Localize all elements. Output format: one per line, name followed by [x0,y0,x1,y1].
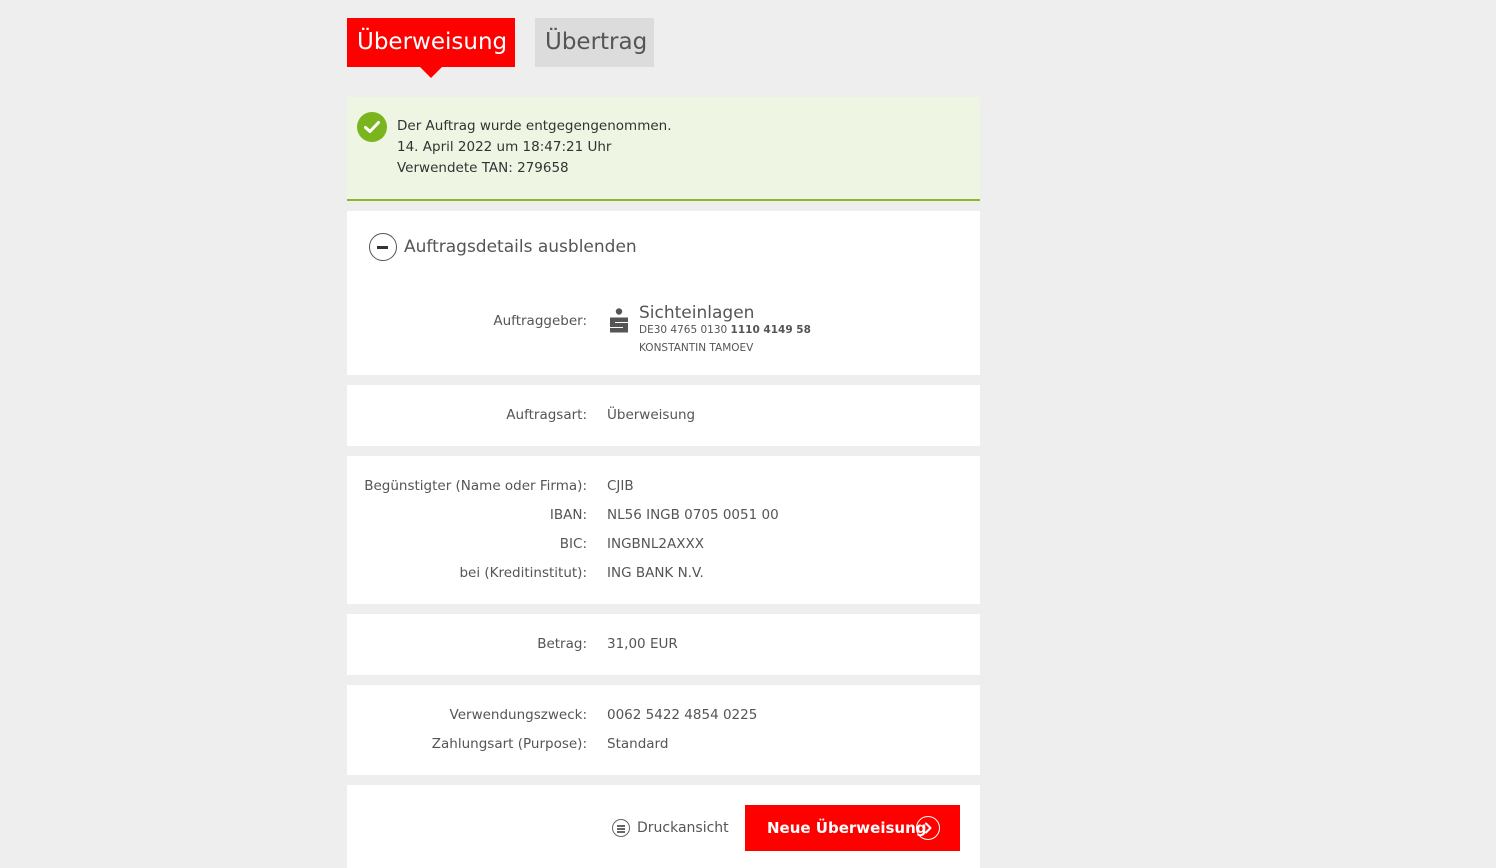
bic-row: BIC: INGBNL2AXXX [347,533,980,555]
iban-value: NL56 INGB 0705 0051 00 [607,507,779,523]
success-line-accepted: Der Auftrag wurde entgegengenommen. [397,118,672,134]
payment-purpose-value: Standard [607,736,669,752]
payment-purpose-row: Zahlungsart (Purpose): Standard [347,733,980,755]
amount-card: Betrag: 31,00 EUR [347,614,980,675]
transfer-tabs: Überweisung Übertrag [347,18,667,80]
iban-row: IBAN: NL56 INGB 0705 0051 00 [347,504,980,526]
beneficiary-name-value: CJIB [607,478,634,494]
success-line-tan: Verwendete TAN: 279658 [397,160,569,176]
amount-value: 31,00 EUR [607,636,678,652]
payment-purpose-label: Zahlungsart (Purpose): [431,736,587,752]
amount-row: Betrag: 31,00 EUR [347,633,980,655]
account-owner: KONSTANTIN TAMOEV [639,342,754,354]
new-transfer-button[interactable]: Neue Überweisung [745,805,960,851]
reference-label: Verwendungszweck: [449,707,587,723]
tab-uebertrag[interactable]: Übertrag [535,18,654,67]
account-name: Sichteinlagen [639,303,755,323]
bic-label: BIC: [559,536,587,552]
tab-uebertrag-label: Übertrag [545,29,648,55]
bank-label: bei (Kreditinstitut): [459,565,587,581]
purpose-card: Verwendungszweck: 0062 5422 4854 0225 Za… [347,685,980,775]
beneficiary-card: Begünstigter (Name oder Firma): CJIB IBA… [347,456,980,604]
sparkasse-logo-icon [610,308,628,333]
hide-details-toggle[interactable]: Auftragsdetails ausblenden [369,233,637,261]
auftragsart-row: Auftragsart: Überweisung [347,404,980,426]
checkmark-icon [357,112,387,142]
iban-label: IBAN: [549,507,587,523]
auftragsart-label: Auftragsart: [506,407,587,423]
success-line-timestamp: 14. April 2022 um 18:47:21 Uhr [397,139,612,155]
account-iban: DE30 4765 0130 1110 4149 58 [639,323,811,337]
reference-value: 0062 5422 4854 0225 [607,707,758,723]
bank-value: ING BANK N.V. [607,565,704,581]
account-iban-prefix: DE30 4765 0130 [639,324,728,336]
success-text: Der Auftrag wurde entgegengenommen. 14. … [397,116,672,179]
account-iban-number: 1110 4149 58 [730,324,811,336]
active-tab-pointer [420,67,442,78]
reference-row: Verwendungszweck: 0062 5422 4854 0225 [347,704,980,726]
amount-label: Betrag: [537,636,587,652]
minus-circle-icon [369,233,397,261]
order-details-card: Auftragsdetails ausblenden Auftraggeber:… [347,211,980,375]
new-transfer-label: Neue Überweisung [767,819,927,837]
bank-row: bei (Kreditinstitut): ING BANK N.V. [347,562,980,584]
beneficiary-name-label: Begünstigter (Name oder Firma): [364,478,587,494]
hide-details-label: Auftragsdetails ausblenden [404,237,637,257]
tab-ueberweisung[interactable]: Überweisung [347,18,515,78]
printer-icon [612,819,630,837]
auftragsart-value: Überweisung [607,407,696,423]
tab-ueberweisung-label: Überweisung [357,29,508,55]
beneficiary-name-row: Begünstigter (Name oder Firma): CJIB [347,475,980,497]
print-view-label: Druckansicht [637,820,729,836]
order-type-card: Auftragsart: Überweisung [347,385,980,446]
success-message-box: Der Auftrag wurde entgegengenommen. 14. … [347,97,980,201]
chevron-right-icon [916,816,940,840]
bic-value: INGBNL2AXXX [607,536,704,552]
actions-card: Druckansicht Neue Überweisung [347,785,980,868]
print-view-link[interactable]: Druckansicht [612,818,729,838]
auftraggeber-label: Auftraggeber: [493,313,587,329]
